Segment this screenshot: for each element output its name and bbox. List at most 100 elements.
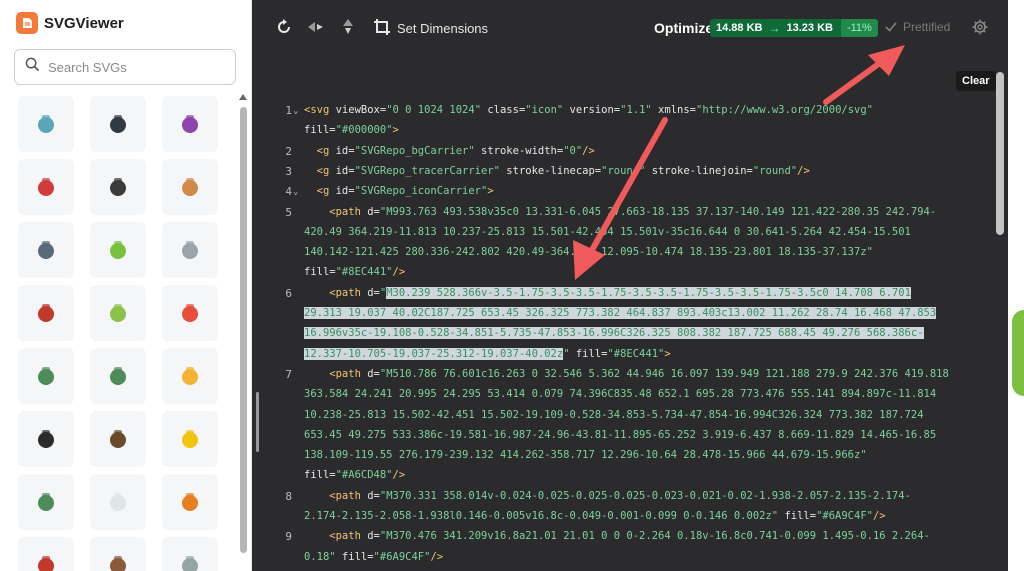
syringe-icon xyxy=(182,556,198,571)
code-line[interactable]: <g id="SVGRepo_tracerCarrier" stroke-lin… xyxy=(304,161,810,181)
svg-thumbnail[interactable] xyxy=(162,285,218,341)
selected-code: 29.313 19.037 40.02C187.725 653.45 326.3… xyxy=(304,307,937,319)
code-line[interactable]: 140.142-121.425 280.336-242.802 420.49-3… xyxy=(304,242,873,262)
fold-chevron-icon[interactable]: ⌄ xyxy=(293,106,298,116)
code-line[interactable]: <path d="M30.239 528.366v-3.5-1.75-3.5-3… xyxy=(304,283,911,303)
svg-thumbnail[interactable] xyxy=(18,474,74,530)
code-line[interactable]: 420.49 364.219-11.813 10.237-25.813 15.5… xyxy=(304,222,911,242)
code-line[interactable]: 2.174-2.135-2.058-1.938l0.146-0.005v16.8… xyxy=(304,506,886,526)
arrow-right-icon: → xyxy=(768,21,781,35)
rotate-icon[interactable] xyxy=(275,18,293,36)
scroll-up-icon[interactable] xyxy=(239,94,247,100)
gear-icon[interactable] xyxy=(972,19,988,35)
set-dimensions-button[interactable]: Set Dimensions xyxy=(397,21,488,36)
code-line[interactable]: <path d="M370.476 341.209v16.8a21.01 21.… xyxy=(304,526,930,546)
search-input[interactable] xyxy=(48,59,218,75)
code-line[interactable]: <g id="SVGRepo_iconCarrier"> xyxy=(304,181,494,201)
svg-thumbnail[interactable] xyxy=(90,222,146,278)
search-box[interactable] xyxy=(14,49,236,85)
code-line[interactable]: 10.238-25.813 15.502-42.451 15.502-19.10… xyxy=(304,405,924,425)
svg-thumbnail[interactable] xyxy=(162,348,218,404)
svg-thumbnail[interactable] xyxy=(18,96,74,152)
code-editor[interactable]: Set Dimensions Optimize 14.88 KB → 13.23… xyxy=(252,0,1008,571)
editor-scrollbar[interactable] xyxy=(996,72,1004,235)
sidebar-scrollbar[interactable] xyxy=(240,107,247,553)
svg-thumbnail[interactable] xyxy=(162,411,218,467)
code-line[interactable]: 138.109-119.55 276.179-239.132 414.262-3… xyxy=(304,445,867,465)
code-line[interactable]: fill="#A6CD48"/> xyxy=(304,465,405,485)
clear-tooltip[interactable]: Clear xyxy=(956,71,996,91)
svg-thumbnail[interactable] xyxy=(90,537,146,571)
svg-thumbnail[interactable] xyxy=(162,222,218,278)
svg-thumbnail[interactable] xyxy=(90,285,146,341)
code-line[interactable]: <path d="M993.763 493.538v35c0 13.331-6.… xyxy=(304,202,936,222)
svg-thumbnail[interactable] xyxy=(162,537,218,571)
size-badge: 14.88 KB → 13.23 KB -11% xyxy=(710,19,878,37)
fold-chevron-icon[interactable]: ⌄ xyxy=(293,187,298,197)
flip-horizontal-icon[interactable] xyxy=(307,18,325,36)
code-line[interactable]: 29.313 19.037 40.02C187.725 653.45 326.3… xyxy=(304,303,937,323)
code-token: > xyxy=(664,347,671,360)
svg-thumbnail[interactable] xyxy=(18,411,74,467)
code-line[interactable]: 363.584 24.241 20.995 24.295 53.414 0.07… xyxy=(304,384,936,404)
code-token: 2.174-2.135-2.058-1.938l0.146-0.005v16.8… xyxy=(304,510,779,522)
code-line[interactable]: 0.18" fill="#6A9C4F"/> xyxy=(304,547,443,567)
prettified-toggle[interactable]: Prettified xyxy=(885,20,950,34)
svg-thumbnail[interactable] xyxy=(162,474,218,530)
code-token: <path xyxy=(304,286,368,299)
code-token: "http://www.w3.org/2000/svg" xyxy=(696,104,874,116)
code-token: "0 0 1024 1024" xyxy=(386,104,482,116)
svg-thumbnail[interactable] xyxy=(90,411,146,467)
svg-thumbnail[interactable] xyxy=(18,537,74,571)
code-line[interactable]: 12.337-10.705-19.037-25.312-19.037-40.02… xyxy=(304,344,671,364)
svg-thumbnail[interactable] xyxy=(90,159,146,215)
code-token: stroke-linecap= xyxy=(499,164,602,177)
prettified-label: Prettified xyxy=(903,20,951,34)
crop-icon[interactable] xyxy=(373,18,391,36)
code-token: "0" xyxy=(563,144,583,157)
savings-percent: -11% xyxy=(840,19,878,37)
app-logo[interactable]: SVGViewer xyxy=(16,12,124,34)
phone-receiver-icon xyxy=(38,430,54,448)
code-token: <g xyxy=(304,185,336,198)
svg-thumbnail[interactable] xyxy=(90,96,146,152)
svg-thumbnail[interactable] xyxy=(90,474,146,530)
code-token: "#8EC441" xyxy=(607,347,665,360)
code-token: /> xyxy=(797,164,810,177)
code-token: d= xyxy=(367,489,380,502)
code-line[interactable]: fill="#000000"> xyxy=(304,120,399,140)
svg-thumbnail[interactable] xyxy=(18,285,74,341)
code-token: "M370.331 358.014v-0.024-0.025-0.025-0.0… xyxy=(379,489,911,502)
code-token: <g xyxy=(304,164,336,177)
optimize-label[interactable]: Optimize xyxy=(654,20,713,36)
tram-icon xyxy=(182,493,198,511)
code-token: viewBox= xyxy=(335,104,387,116)
code-line[interactable]: <svg viewBox="0 0 1024 1024" class="icon… xyxy=(304,100,873,120)
code-token: stroke-linejoin= xyxy=(645,164,753,177)
code-token: 0.18" xyxy=(304,550,336,563)
code-line[interactable]: <path d="M370.331 358.014v-0.024-0.025-0… xyxy=(304,486,911,506)
svg-thumbnail[interactable] xyxy=(162,96,218,152)
svg-thumbnail[interactable] xyxy=(18,348,74,404)
code-line[interactable]: <path d="M510.786 76.601c16.263 0 32.546… xyxy=(304,364,949,384)
right-edge xyxy=(1008,0,1024,571)
code-token: fill= xyxy=(304,124,336,137)
svg-thumbnail[interactable] xyxy=(90,348,146,404)
code-token: fill= xyxy=(304,266,336,279)
taurus-icon xyxy=(182,115,198,133)
svg-thumbnail[interactable] xyxy=(18,159,74,215)
code-line[interactable]: 16.996v35c-19.108-0.528-34.851-5.735-47.… xyxy=(304,323,924,343)
teacher-man-icon xyxy=(110,367,126,385)
technologist-icon xyxy=(38,241,54,259)
code-line[interactable]: 653.45 49.275 533.386c-19.581-16.987-24.… xyxy=(304,425,936,445)
editor-gutter-scrollbar[interactable] xyxy=(256,392,259,452)
code-token: <path xyxy=(304,205,368,218)
svg-thumbnail[interactable] xyxy=(162,159,218,215)
code-line[interactable]: <g id="SVGRepo_bgCarrier" stroke-width="… xyxy=(304,141,595,161)
line-number: 2 xyxy=(285,144,292,158)
code-line[interactable]: fill="#8EC441"/> xyxy=(304,262,405,282)
teacher-woman-icon xyxy=(38,367,54,385)
svg-thumbnail[interactable] xyxy=(18,222,74,278)
code-token: id= xyxy=(335,144,355,157)
flip-vertical-icon[interactable] xyxy=(339,18,357,36)
